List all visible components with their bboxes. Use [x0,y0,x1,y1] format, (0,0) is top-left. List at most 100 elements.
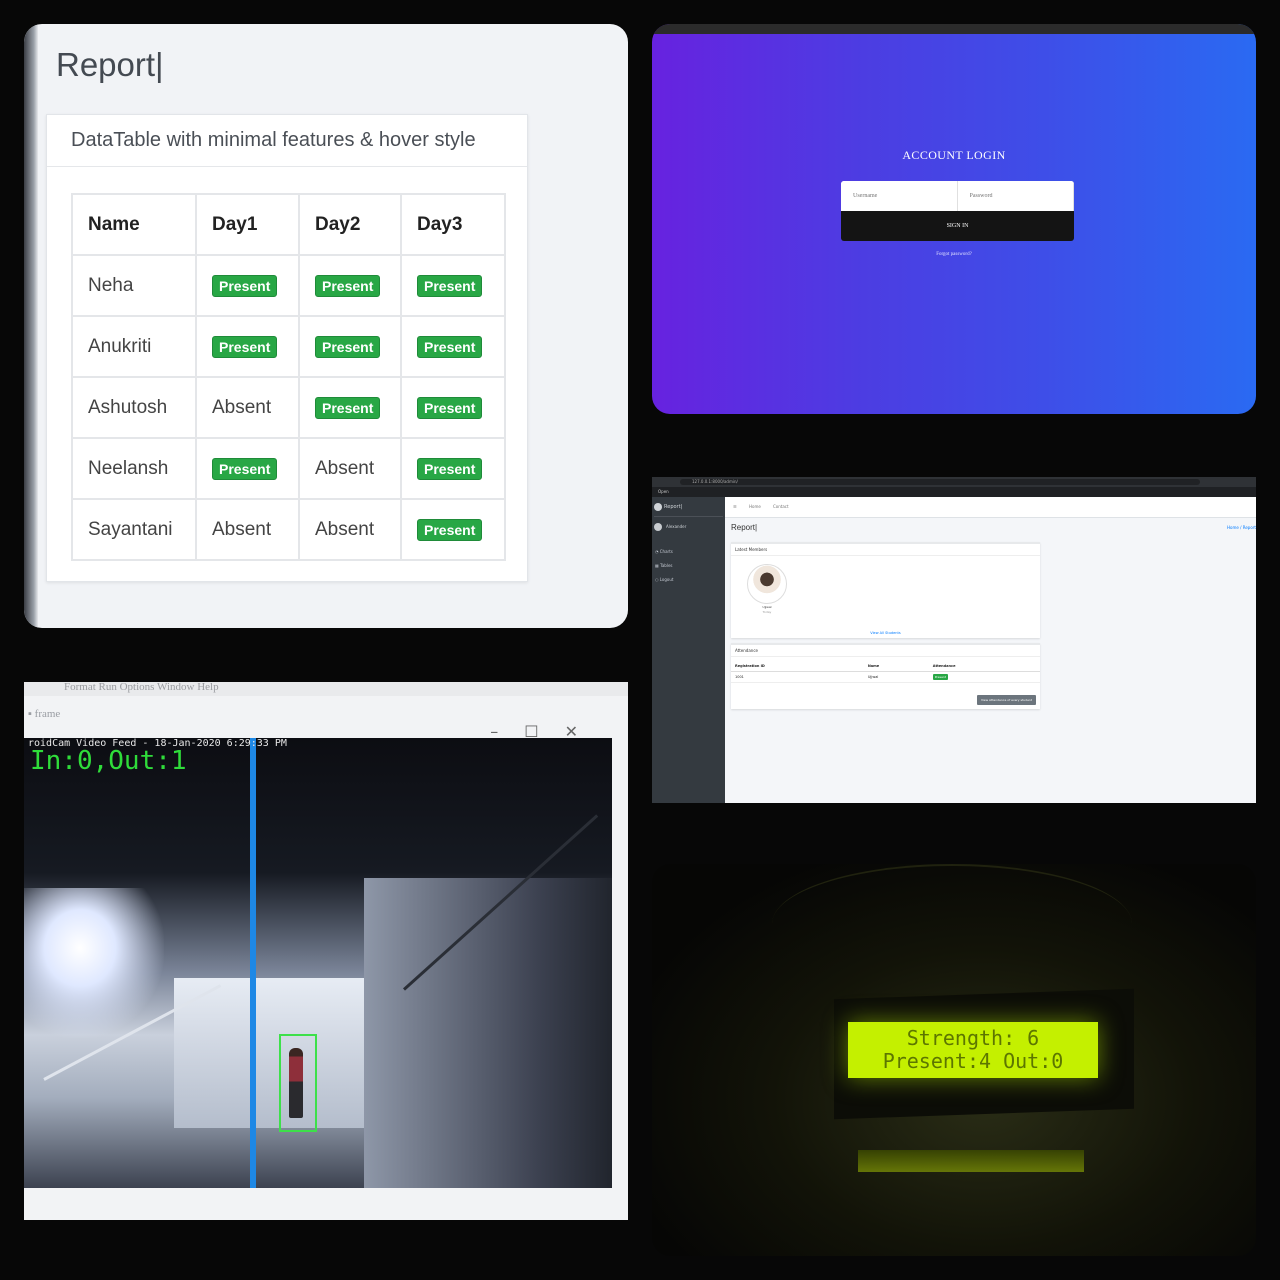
dashboard-panel: 127.0.0.1:8000/admin/ Open Report| Alexa… [652,477,1256,803]
breadcrumb[interactable]: Home / Report [1227,525,1256,530]
top-navbar: ☰ Home Contact [725,497,1256,518]
signin-button[interactable]: SIGN IN [841,211,1074,241]
sidebar-item-tables[interactable]: ▦ Tables [655,563,673,568]
table-row[interactable]: Ashutosh Absent Present Present [71,376,506,439]
password-input[interactable] [957,181,1074,211]
attendance-cell: Present [195,315,300,378]
browser-chrome: 127.0.0.1:8000/admin/ [652,477,1256,487]
status-badge: Present [417,457,483,480]
window-edge [24,24,38,628]
brand-logo-icon [654,503,662,511]
window-title: ▪ frame [28,708,61,720]
table-cell: Present [928,671,1040,683]
nav-contact[interactable]: Contact [773,504,789,509]
attendance-table: Name Day1 Day2 Day3 Neha Present Present Pr… [71,193,506,561]
lcd-display: Strength: 6 Present:4 Out:0 [848,1022,1098,1078]
datatable-card: DataTable with minimal features & hover … [46,114,528,582]
attendance-cell: Present [400,498,506,561]
attendance-cell: Present [400,437,506,500]
column-header[interactable]: Day3 [400,193,506,256]
column-header[interactable]: Name [71,193,197,256]
login-title: ACCOUNT LOGIN [902,148,1006,162]
backlight-glow [858,1150,1084,1172]
wires [772,864,1132,984]
card-title: DataTable with minimal features & hover … [47,115,527,167]
attendance-cell: Absent [195,498,300,561]
login-form: SIGN IN [841,181,1074,241]
attendance-cell: Absent [298,437,402,500]
hamburger-icon[interactable]: ☰ [733,504,737,509]
column-header: Attendance [928,661,1040,672]
report-panel: Report| DataTable with minimal features … [24,24,628,628]
attendance-cell: Present [195,437,300,500]
attendance-table: Registration ID Name Attendance 1001 Ujj… [731,661,1040,683]
member-name[interactable]: Ujjwal [747,605,787,609]
attendance-cell: Absent [195,376,300,439]
student-name-cell: Neelansh [71,437,197,500]
tab-open[interactable]: Open [658,489,669,494]
brand-name[interactable]: Report| [664,504,682,510]
sidebar-item-logout[interactable]: ○ Logout [655,577,673,582]
status-badge: Present [212,457,278,480]
student-name-cell: Sayantani [71,498,197,561]
table-row[interactable]: Neelansh Present Absent Present [71,437,506,500]
attendance-card: Attendance Registration ID Name Attendan… [731,643,1040,709]
view-attendance-button[interactable]: View Attendance of every student [976,695,1036,705]
status-badge: Present [315,335,381,358]
status-badge: Present [315,274,381,297]
attendance-cell: Present [195,254,300,317]
attendance-cell: Present [298,254,402,317]
address-text: 127.0.0.1:8000/admin/ [692,479,738,484]
lcd-panel: Strength: 6 Present:4 Out:0 [652,864,1256,1256]
latest-members-card: Latest Members Ujjwal Today View All Stu… [731,542,1040,638]
sidebar: Report| Alexander ◔ Charts ▦ Tables ○ Lo… [652,497,725,803]
right-wall [364,878,612,1188]
nav-home[interactable]: Home [749,504,761,509]
attendance-cell: Present [298,376,402,439]
view-all-students-link[interactable]: View All Students [731,631,1040,635]
column-header[interactable]: Day2 [298,193,402,256]
page-title: Report| [56,46,164,83]
member-avatar[interactable] [747,564,787,604]
column-header[interactable]: Day1 [195,193,300,256]
browser-bar [652,24,1256,34]
sidebar-item-label: Charts [659,549,673,554]
table-header-row: Name Day1 Day2 Day3 [71,193,506,256]
attendance-cell: Present [298,315,402,378]
video-frame: roidCam Video Feed - 18-Jan-2020 6:29:33… [24,738,612,1188]
table-row[interactable]: Neha Present Present Present [71,254,506,317]
card-title: Latest Members [731,544,1040,556]
column-header: Name [863,661,929,672]
username-input[interactable] [841,181,958,211]
status-badge: Present [417,518,483,541]
table-row[interactable]: Anukriti Present Present Present [71,315,506,378]
table-cell: 1001 [731,671,864,683]
status-badge: Present [417,274,483,297]
counting-line [250,738,256,1188]
table-cell: Ujjwal [863,671,929,683]
member-date: Today [762,610,772,614]
user-avatar-icon [654,523,662,531]
sidebar-item-label: Logout [659,577,674,582]
lcd-line-2: Present:4 Out:0 [882,1049,1064,1073]
sidebar-divider [654,516,723,517]
status-badge: Present [212,274,278,297]
attendance-cell: Absent [298,498,402,561]
menu-bar[interactable]: Format Run Options Window Help [24,682,628,696]
detection-box [279,1034,317,1132]
card-title: Attendance [731,645,1040,657]
column-header: Registration ID [731,661,864,672]
attendance-cell: Present [400,315,506,378]
student-name-cell: Neha [71,254,197,317]
forgot-password-link[interactable]: Forgot password? [652,252,1256,257]
address-bar[interactable] [680,479,1200,485]
status-badge: Present [315,396,381,419]
main-content: ☰ Home Contact Report| Home / Report Lat… [725,497,1256,803]
table-row[interactable]: Sayantani Absent Absent Present [71,498,506,561]
sidebar-user[interactable]: Alexander [666,524,686,529]
attendance-cell: Present [400,376,506,439]
hallway [174,978,374,1128]
status-badge: Present [417,335,483,358]
sidebar-item-charts[interactable]: ◔ Charts [655,549,673,554]
student-name-cell: Ashutosh [71,376,197,439]
